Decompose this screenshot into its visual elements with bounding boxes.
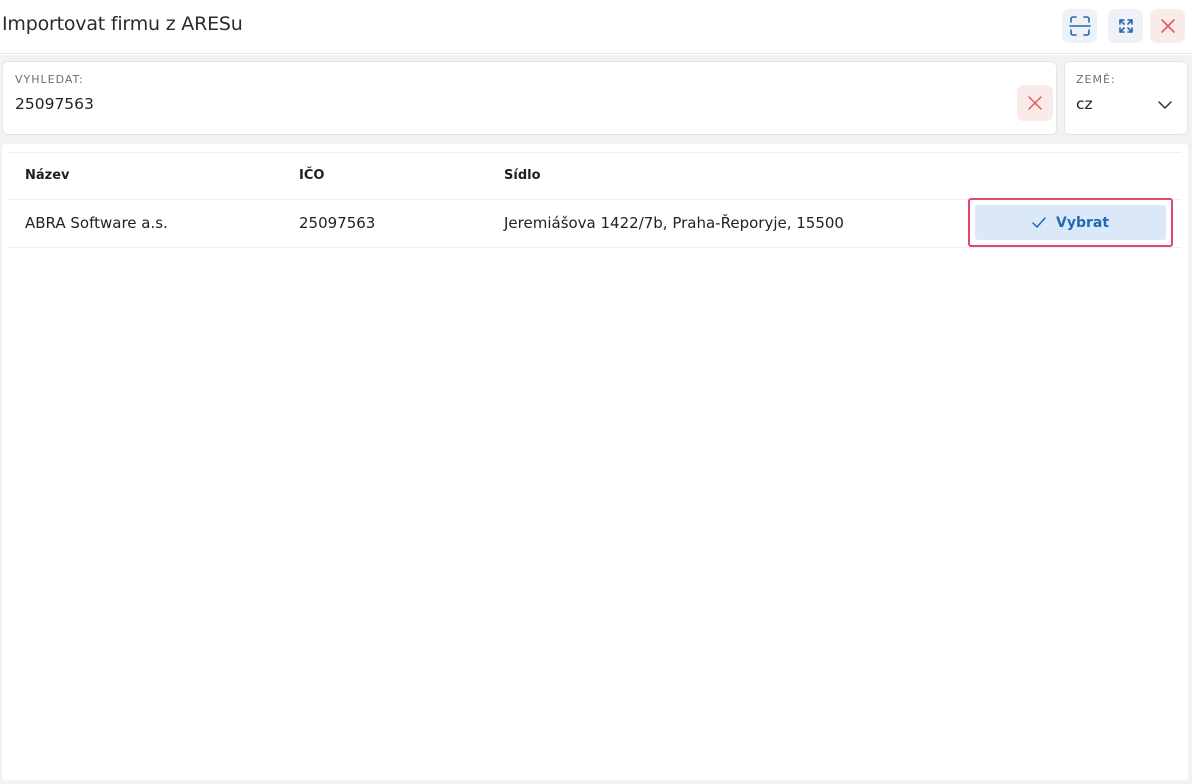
clear-search-button[interactable]	[1017, 85, 1053, 121]
cell-address: Jeremiášova 1422/7b, Praha-Řeporyje, 155…	[504, 214, 844, 232]
clear-icon	[1028, 96, 1042, 110]
title-bar: Importovat firmu z ARESu	[0, 0, 1192, 54]
select-button-highlight: Vybrat	[968, 198, 1173, 247]
table-row[interactable]: ABRA Software a.s. 25097563 Jeremiášova …	[8, 198, 1182, 248]
window-title: Importovat firmu z ARESu	[2, 13, 243, 35]
search-field: VYHLEDAT:	[2, 61, 1057, 135]
search-input[interactable]	[15, 95, 995, 113]
cell-ico: 25097563	[299, 214, 376, 232]
select-button[interactable]: Vybrat	[975, 205, 1166, 240]
close-icon	[1160, 19, 1175, 33]
column-header-name: Název	[25, 168, 70, 183]
country-select-value[interactable]: cz	[1076, 95, 1146, 113]
table-header: Název IČO Sídlo	[8, 152, 1182, 200]
country-label: ZEMĚ:	[1076, 73, 1116, 86]
close-button[interactable]	[1150, 9, 1185, 43]
scan-icon	[1068, 16, 1091, 36]
maximize-button[interactable]	[1108, 9, 1143, 43]
column-header-ico: IČO	[299, 168, 325, 183]
check-icon	[1032, 216, 1046, 228]
cell-name: ABRA Software a.s.	[25, 214, 168, 232]
search-label: VYHLEDAT:	[15, 73, 84, 86]
results-table: Název IČO Sídlo ABRA Software a.s. 25097…	[2, 144, 1188, 780]
chevron-down-icon[interactable]	[1157, 97, 1173, 113]
column-header-address: Sídlo	[504, 168, 541, 183]
scan-button[interactable]	[1062, 9, 1097, 43]
maximize-icon	[1118, 19, 1133, 33]
country-field[interactable]: ZEMĚ: cz	[1064, 61, 1188, 135]
dialog-content: VYHLEDAT: ZEMĚ: cz Název IČO Sídlo ABRA …	[0, 55, 1192, 784]
select-button-label: Vybrat	[1055, 214, 1110, 231]
